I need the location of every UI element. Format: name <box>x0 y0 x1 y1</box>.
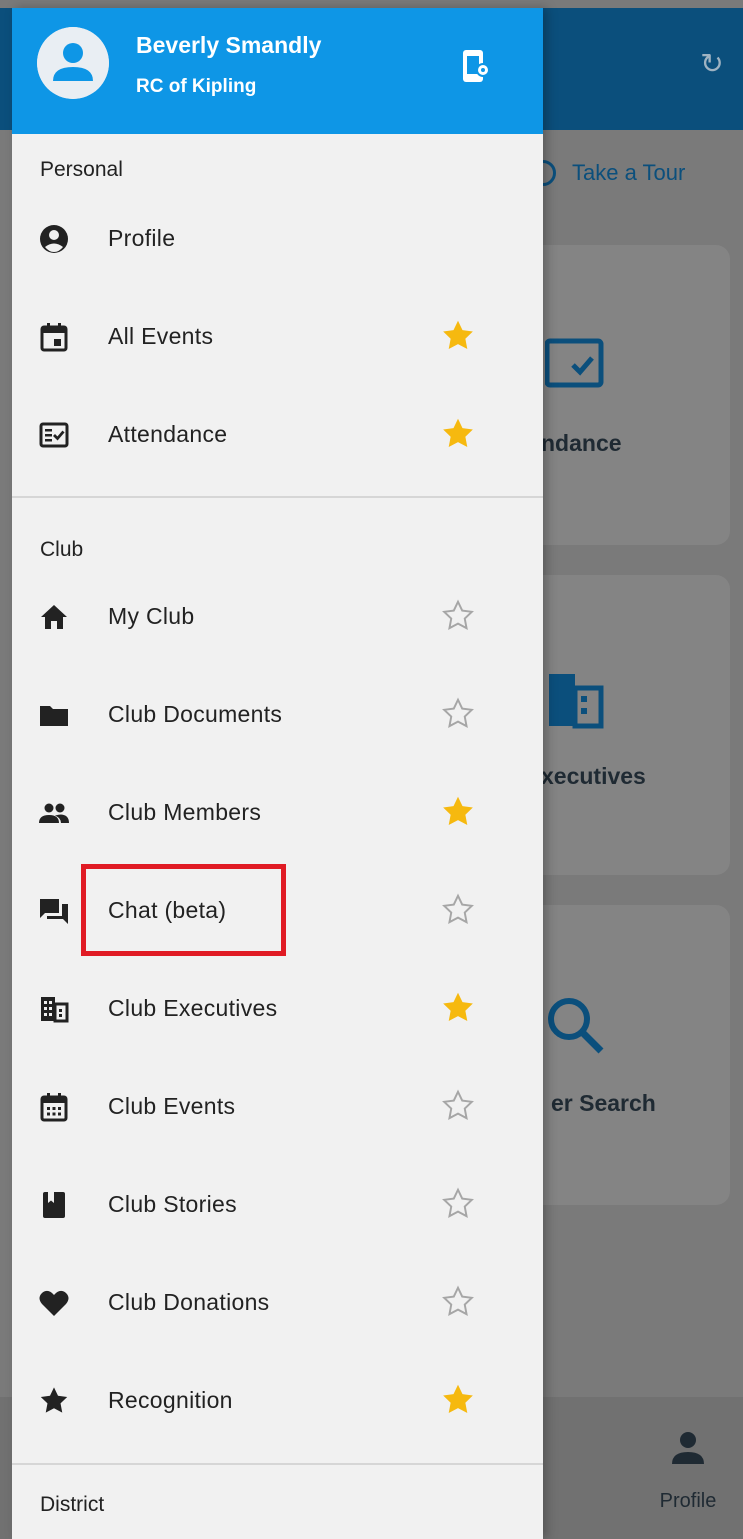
take-a-tour-link: Take a Tour <box>530 158 685 188</box>
menu-label-recognition: Recognition <box>108 1387 233 1413</box>
menu-label-all-events: All Events <box>108 323 214 349</box>
menu-label-club-events: Club Events <box>108 1093 236 1119</box>
menu-label-profile: Profile <box>108 225 176 251</box>
section-district: District <box>40 1493 105 1516</box>
section-club: Club <box>40 538 84 561</box>
favorite-star-filled-icon[interactable] <box>440 416 476 452</box>
favorite-star-outline-icon[interactable] <box>440 1088 476 1124</box>
menu-label-club-donations: Club Donations <box>108 1289 270 1315</box>
drawer-header: Beverly Smandly RC of Kipling <box>12 8 543 134</box>
people-icon <box>39 803 69 823</box>
heart-icon <box>39 1290 69 1316</box>
folder-icon <box>40 706 68 726</box>
business-icon <box>549 674 604 729</box>
navigation-drawer: Beverly Smandly RC of Kipling Personal P… <box>12 8 543 1539</box>
menu-item-chat[interactable]: Chat (beta) <box>12 877 543 947</box>
menu-item-club-stories[interactable]: Club Stories <box>12 1171 543 1241</box>
club-name: RC of Kipling <box>136 76 257 97</box>
refresh-icon: ↻ <box>700 47 724 80</box>
search-icon <box>548 998 604 1054</box>
business-icon <box>41 997 69 1023</box>
favorite-star-outline-icon[interactable] <box>440 1186 476 1222</box>
favorite-star-outline-icon[interactable] <box>440 892 476 928</box>
menu-item-attendance[interactable]: Attendance <box>12 401 543 471</box>
attendance-card-label: ndance <box>541 430 622 456</box>
take-a-tour-label: Take a Tour <box>572 160 686 185</box>
app-screen: ↻ Take a Tour ndance xecutives er Search… <box>0 0 743 1539</box>
fact-check-icon <box>545 338 604 388</box>
menu-label-club-documents: Club Documents <box>108 701 283 727</box>
favorite-star-outline-icon[interactable] <box>440 1284 476 1320</box>
star-icon <box>40 1387 68 1413</box>
account-circle-icon <box>40 225 68 253</box>
menu-item-club-executives[interactable]: Club Executives <box>12 975 543 1045</box>
device-settings-icon[interactable] <box>460 48 492 84</box>
menu-label-club-stories: Club Stories <box>108 1191 237 1217</box>
menu-item-club-events[interactable]: Club Events <box>12 1073 543 1143</box>
menu-label-club-executives: Club Executives <box>108 995 278 1021</box>
calendar-icon <box>40 1093 68 1122</box>
avatar[interactable] <box>37 27 109 99</box>
menu-item-club-documents[interactable]: Club Documents <box>12 681 543 751</box>
favorite-star-filled-icon[interactable] <box>440 1382 476 1418</box>
favorite-star-filled-icon[interactable] <box>440 990 476 1026</box>
menu-item-club-donations[interactable]: Club Donations <box>12 1269 543 1339</box>
home-icon <box>41 605 67 629</box>
event-icon <box>40 323 68 352</box>
book-icon <box>43 1192 65 1218</box>
menu-item-profile[interactable]: Profile <box>12 205 543 275</box>
divider <box>12 1463 543 1465</box>
menu-label-club-members: Club Members <box>108 799 262 825</box>
menu-item-my-club[interactable]: My Club <box>12 583 543 653</box>
section-personal: Personal <box>40 158 123 181</box>
menu-label-attendance: Attendance <box>108 421 228 447</box>
menu-item-all-events[interactable]: All Events <box>12 303 543 373</box>
menu-label-my-club: My Club <box>108 603 195 629</box>
favorite-star-filled-icon[interactable] <box>440 794 476 830</box>
search-card-label: er Search <box>551 1090 656 1116</box>
divider <box>12 496 543 498</box>
menu-item-club-members[interactable]: Club Members <box>12 779 543 849</box>
favorite-star-outline-icon[interactable] <box>440 598 476 634</box>
user-name: Beverly Smandly <box>136 32 322 58</box>
menu-label-chat: Chat (beta) <box>108 897 227 923</box>
bottom-nav-profile-label: Profile <box>659 1490 717 1512</box>
forum-icon <box>40 899 68 924</box>
executives-card-label: xecutives <box>541 763 646 789</box>
fact-check-icon <box>39 422 69 448</box>
favorite-star-filled-icon[interactable] <box>440 318 476 354</box>
favorite-star-outline-icon[interactable] <box>440 696 476 732</box>
person-icon <box>672 1432 704 1464</box>
menu-item-recognition[interactable]: Recognition <box>12 1367 543 1437</box>
